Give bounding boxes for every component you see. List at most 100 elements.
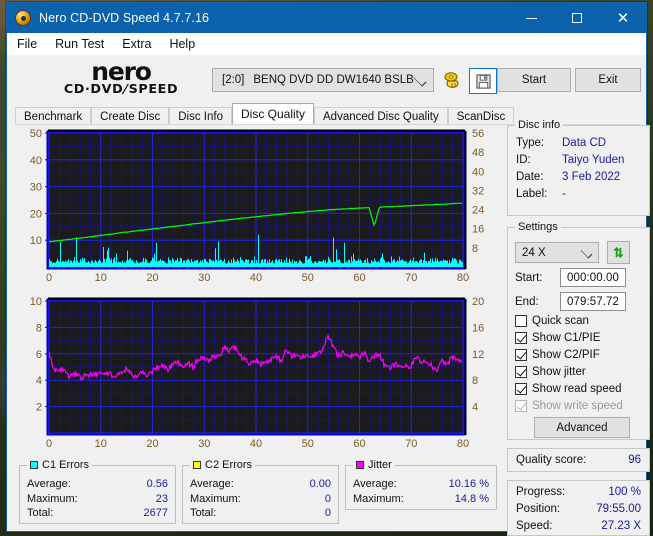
svg-text:4: 4 [472,402,478,414]
svg-text:40: 40 [250,272,262,284]
start-position-input[interactable]: 000:00.00 [560,268,626,287]
position-label: Position: [516,501,560,518]
jitter-maximum-row: Maximum: 14.8 % [346,492,496,507]
svg-text:0: 0 [46,438,52,450]
disc-type-row: Type: Data CD [508,135,649,152]
checkbox-quick-scan[interactable]: Quick scan [515,315,589,327]
disc-id-label: ID: [516,152,562,169]
drive-name-label: BENQ DVD DD DW1640 BSLB [253,74,413,86]
c1-maximum-label: Maximum: [27,492,78,507]
c1-errors-chart-svg: 1020304050816243240485601020304050607080 [15,125,501,289]
close-button[interactable]: ✕ [600,3,646,33]
maximize-icon [572,13,582,23]
menu-help[interactable]: Help [169,37,195,51]
disc-info-legend: Disc info [515,119,563,131]
charts-area: 1020304050816243240485601020304050607080… [15,125,501,529]
jitter-average-row: Average: 10.16 % [346,477,496,492]
c2-maximum-row: Maximum: 0 [183,492,338,507]
advanced-button[interactable]: Advanced [534,417,630,438]
jitter-chart-svg: 2468104812162001020304050607080 [15,291,501,455]
end-position-input[interactable]: 079:57.72 [560,292,626,311]
checkmark-icon [515,332,527,344]
svg-text:20: 20 [146,272,158,284]
c1-errors-stats: C1 Errors Average: 0.56 Maximum: 23 Tota… [19,465,176,524]
speed-label: Speed: [516,518,552,535]
exit-button[interactable]: Exit [575,68,641,92]
svg-text:12: 12 [472,349,484,361]
c1-average-label: Average: [27,477,71,492]
disc-date-row: Date: 3 Feb 2022 [508,169,649,186]
save-results-button[interactable] [469,68,497,94]
svg-text:10: 10 [30,296,42,308]
c2-errors-stats: C2 Errors Average: 0.00 Maximum: 0 Total… [182,465,339,524]
start-button[interactable]: Start [497,68,571,92]
position-value: 79:55.00 [596,501,641,518]
svg-text:48: 48 [472,147,484,159]
checkbox-show-c2-pif[interactable]: Show C2/PIF [515,349,600,361]
application-window: Nero CD-DVD Speed 4.7.7.16 ✕ File Run Te… [6,2,647,532]
jitter-title: Jitter [368,459,392,471]
svg-text:20: 20 [30,208,42,220]
svg-text:70: 70 [405,438,417,450]
progress-value: 100 % [608,484,641,501]
c1-errors-chart[interactable]: 1020304050816243240485601020304050607080 [15,125,501,289]
maximize-button[interactable] [554,3,600,33]
svg-text:16: 16 [472,224,484,236]
quality-score-group: Quality score: 96 [507,448,650,472]
menu-file[interactable]: File [17,37,37,51]
quality-score-label: Quality score: [516,449,586,471]
checkbox-show-jitter[interactable]: Show jitter [515,366,586,378]
svg-text:50: 50 [30,128,42,140]
jitter-chart[interactable]: 2468104812162001020304050607080 [15,291,501,455]
svg-text:80: 80 [457,272,469,284]
speed-row: Speed: 27.23 X [508,518,649,535]
svg-text:30: 30 [30,182,42,194]
hand-disc-icon [443,71,463,89]
checkbox-show-c1-pie[interactable]: Show C1/PIE [515,332,600,344]
menu-bar: File Run Test Extra Help [7,33,646,55]
svg-text:60: 60 [353,438,365,450]
c1-average-value: 0.56 [147,477,168,492]
tab-disc-quality[interactable]: Disc Quality [232,103,314,124]
disc-id-value: Taiyo Yuden [562,152,624,169]
c2-maximum-value: 0 [325,492,331,507]
eject-disc-button[interactable] [440,68,466,92]
c2-color-swatch [193,461,201,469]
c1-maximum-value: 23 [156,492,168,507]
c2-average-value: 0.00 [310,477,331,492]
disc-label-value: - [562,186,566,203]
jitter-color-swatch [356,461,364,469]
svg-text:8: 8 [36,322,42,334]
settings-group: Settings 24 X Start: 000:00.00 End: 079:… [507,227,650,440]
svg-text:10: 10 [95,272,107,284]
chevron-down-icon [581,247,593,259]
svg-text:40: 40 [472,166,484,178]
refresh-button[interactable] [607,241,630,264]
c2-maximum-label: Maximum: [190,492,241,507]
jitter-average-label: Average: [353,477,397,492]
disc-label-row: Label: - [508,186,649,203]
nero-logo: nero CD·DVD/SPEED [35,62,207,96]
disc-type-value: Data CD [562,135,606,152]
checkbox-show-read-speed[interactable]: Show read speed [515,383,622,395]
scan-speed-select[interactable]: 24 X [515,242,599,263]
drive-select[interactable]: [2:0] BENQ DVD DD DW1640 BSLB [212,68,434,92]
menu-run-test[interactable]: Run Test [55,37,104,51]
checkmark-icon [515,366,527,378]
disc-id-row: ID: Taiyo Yuden [508,152,649,169]
c1-total-value: 2677 [144,506,168,521]
toolbar: nero CD·DVD/SPEED [2:0] BENQ DVD DD DW16… [7,55,646,105]
menu-extra[interactable]: Extra [122,37,151,51]
disc-date-label: Date: [516,169,562,186]
svg-text:70: 70 [405,272,417,284]
checkbox-show-c1-pie-label: Show C1/PIE [532,332,600,344]
window-title: Nero CD-DVD Speed 4.7.7.16 [39,11,209,25]
jitter-maximum-value: 14.8 % [455,492,489,507]
tab-content-disc-quality: 1020304050816243240485601020304050607080… [15,124,641,525]
svg-text:8: 8 [472,243,478,255]
chevron-down-icon [413,73,426,86]
c2-errors-legend: C2 Errors [190,459,255,471]
minimize-button[interactable] [508,3,554,33]
jitter-legend: Jitter [353,459,395,471]
c1-total-row: Total: 2677 [20,506,175,521]
